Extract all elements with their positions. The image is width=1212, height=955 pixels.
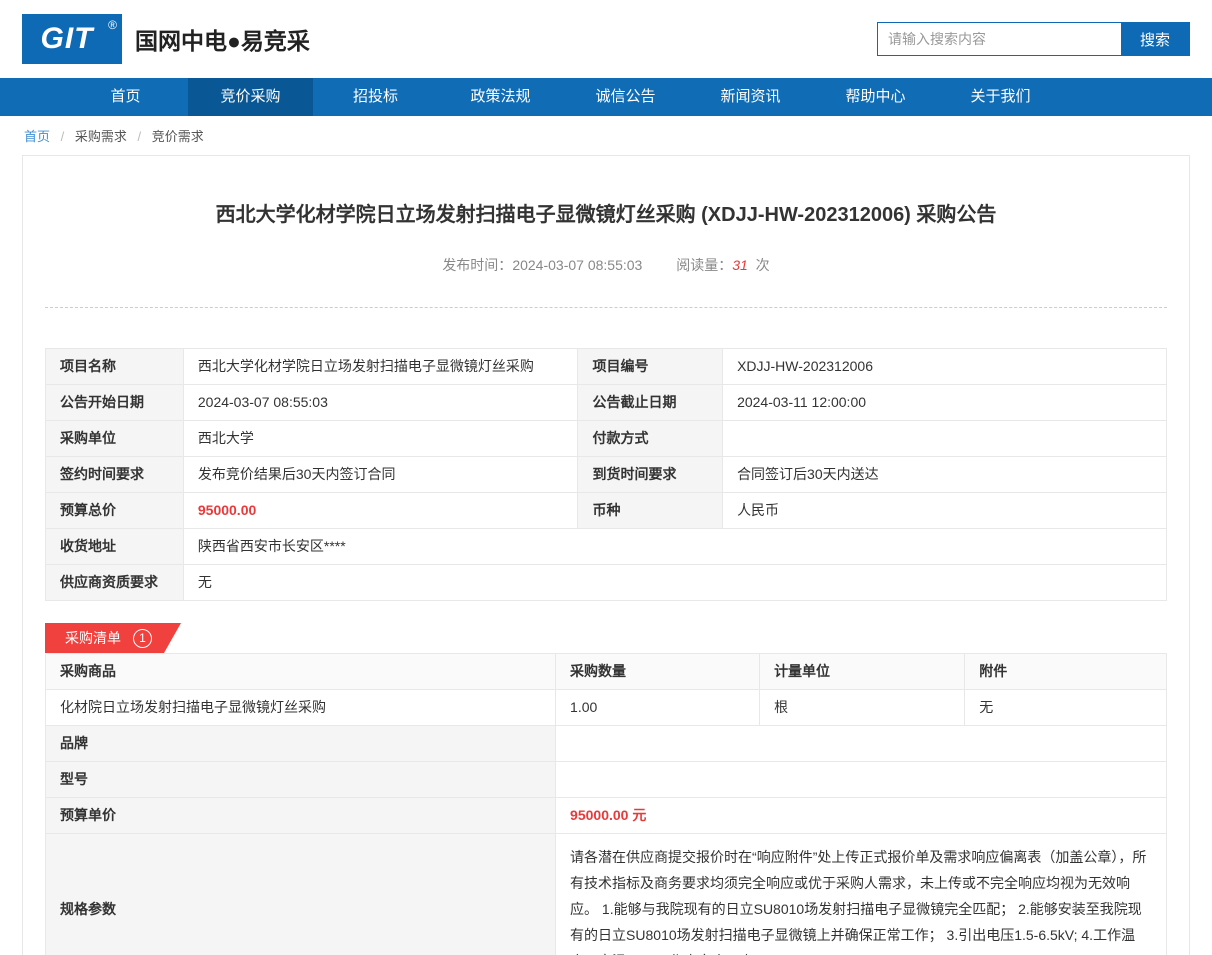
product-name: 化材院日立场发射扫描电子显微镜灯丝采购 — [44, 689, 557, 726]
table-row: 预算单价 95000.00 元 — [44, 797, 1167, 834]
field-label: 供应商资质要求 — [45, 564, 184, 601]
views-count: 31 — [732, 257, 748, 273]
field-label: 付款方式 — [577, 420, 724, 457]
table-row: 品牌 — [44, 725, 1167, 762]
field-label: 到货时间要求 — [577, 456, 724, 493]
purchase-quantity: 1.00 — [555, 689, 761, 726]
breadcrumb-home[interactable]: 首页 — [24, 129, 50, 144]
table-row: 规格参数 请各潜在供应商提交报价时在“响应附件”处上传正式报价单及需求响应偏离表… — [44, 833, 1167, 955]
purchase-list-tab-label: 采购清单 — [65, 630, 121, 646]
purchase-list-table: 采购商品 采购数量 计量单位 附件 化材院日立场发射扫描电子显微镜灯丝采购 1.… — [44, 653, 1167, 955]
column-header: 计量单位 — [759, 653, 966, 690]
nav-item-news[interactable]: 新闻资讯 — [688, 78, 813, 116]
field-value: 2024-03-11 12:00:00 — [722, 384, 1167, 421]
field-label: 预算单价 — [44, 797, 557, 834]
column-header: 附件 — [964, 653, 1167, 690]
table-row: 签约时间要求 发布竞价结果后30天内签订合同 到货时间要求 合同签订后30天内送… — [45, 456, 1167, 493]
nav-item-home[interactable]: 首页 — [63, 78, 188, 116]
table-row: 型号 — [44, 761, 1167, 798]
nav-item-policies[interactable]: 政策法规 — [438, 78, 563, 116]
field-value: 合同签订后30天内送达 — [722, 456, 1167, 493]
budget-total-value: 95000.00 — [182, 492, 579, 529]
field-value — [722, 420, 1167, 457]
field-label: 采购单位 — [45, 420, 184, 457]
column-header: 采购商品 — [44, 653, 557, 690]
column-header: 采购数量 — [555, 653, 761, 690]
table-row: 收货地址 陕西省西安市长安区**** — [45, 528, 1168, 565]
views-unit: 次 — [755, 257, 770, 273]
breadcrumb-purchase-demand[interactable]: 采购需求 — [75, 129, 127, 144]
field-label: 公告开始日期 — [45, 384, 184, 421]
table-header-row: 采购商品 采购数量 计量单位 附件 — [44, 653, 1167, 690]
field-value: 西北大学 — [182, 420, 579, 457]
nav-item-tenders[interactable]: 招投标 — [313, 78, 438, 116]
logo-text: GIT — [40, 22, 94, 55]
field-value: 发布竞价结果后30天内签订合同 — [182, 456, 579, 493]
field-label: 收货地址 — [45, 528, 184, 565]
field-value: 陕西省西安市长安区**** — [182, 528, 1168, 565]
registered-trademark-icon: ® — [108, 18, 117, 32]
field-label: 型号 — [44, 761, 557, 798]
table-row: 采购单位 西北大学 付款方式 — [45, 420, 1167, 457]
field-label: 项目编号 — [577, 348, 724, 385]
nav-item-bidding-purchase[interactable]: 竞价采购 — [188, 78, 313, 116]
field-value: 西北大学化材学院日立场发射扫描电子显微镜灯丝采购 — [182, 348, 579, 385]
table-row: 项目名称 西北大学化材学院日立场发射扫描电子显微镜灯丝采购 项目编号 XDJJ-… — [45, 348, 1167, 385]
tab-purchase-list[interactable]: 采购清单 1 — [45, 623, 181, 653]
attachment: 无 — [964, 689, 1167, 726]
page-title: 西北大学化材学院日立场发射扫描电子显微镜灯丝采购 (XDJJ-HW-202312… — [215, 204, 997, 226]
budget-unit-price-value: 95000.00 元 — [555, 797, 1167, 834]
table-row: 预算总价 95000.00 币种 人民币 — [45, 492, 1167, 529]
nav-item-integrity-notices[interactable]: 诚信公告 — [563, 78, 688, 116]
field-label: 品牌 — [44, 725, 557, 762]
spec-parameters-value: 请各潜在供应商提交报价时在“响应附件”处上传正式报价单及需求响应偏离表（加盖公章… — [555, 833, 1167, 955]
field-value: 2024-03-07 08:55:03 — [182, 384, 579, 421]
announcement-meta: 发布时间：2024-03-07 08:55:03 阅读量：31 次 — [45, 255, 1167, 275]
announcement-panel: 西北大学化材学院日立场发射扫描电子显微镜灯丝采购 (XDJJ-HW-202312… — [22, 155, 1190, 955]
views-label: 阅读量： — [676, 257, 733, 273]
breadcrumb-separator: / — [60, 129, 65, 144]
field-label: 签约时间要求 — [45, 456, 184, 493]
search-input[interactable] — [878, 23, 1121, 55]
search-button[interactable]: 搜索 — [1121, 23, 1189, 55]
field-label: 预算总价 — [45, 492, 184, 529]
publish-time-label: 发布时间： — [442, 257, 513, 273]
field-value — [555, 725, 1167, 762]
field-label: 币种 — [577, 492, 724, 529]
top-header: GIT ® 国网中电●易竞采 搜索 — [0, 0, 1212, 78]
nav-item-help-center[interactable]: 帮助中心 — [813, 78, 938, 116]
project-info-table: 项目名称 西北大学化材学院日立场发射扫描电子显微镜灯丝采购 项目编号 XDJJ-… — [45, 348, 1168, 601]
search-bar: 搜索 — [877, 22, 1190, 56]
breadcrumb: 首页 / 采购需求 / 竞价需求 — [0, 116, 1212, 153]
publish-time-value: 2024-03-07 08:55:03 — [512, 257, 643, 273]
main-nav: 首页 竞价采购 招投标 政策法规 诚信公告 新闻资讯 帮助中心 关于我们 — [0, 78, 1212, 116]
field-value — [555, 761, 1167, 798]
site-logo[interactable]: GIT ® — [22, 14, 122, 64]
field-label: 公告截止日期 — [577, 384, 724, 421]
breadcrumb-separator: / — [137, 129, 142, 144]
breadcrumb-bidding-demand[interactable]: 竞价需求 — [152, 129, 204, 144]
purchase-list-count-badge: 1 — [133, 628, 152, 648]
field-label: 项目名称 — [45, 348, 184, 385]
site-name: 国网中电●易竞采 — [135, 28, 310, 54]
field-label: 规格参数 — [44, 833, 557, 955]
table-row: 供应商资质要求 无 — [45, 564, 1168, 601]
field-value: 无 — [182, 564, 1168, 601]
field-value: XDJJ-HW-202312006 — [722, 348, 1167, 385]
table-row: 化材院日立场发射扫描电子显微镜灯丝采购 1.00 根 无 — [44, 689, 1167, 726]
field-value: 人民币 — [722, 492, 1167, 529]
measure-unit: 根 — [759, 689, 966, 726]
table-row: 公告开始日期 2024-03-07 08:55:03 公告截止日期 2024-0… — [45, 384, 1167, 421]
nav-item-about-us[interactable]: 关于我们 — [938, 78, 1063, 116]
dashed-divider — [45, 307, 1167, 308]
